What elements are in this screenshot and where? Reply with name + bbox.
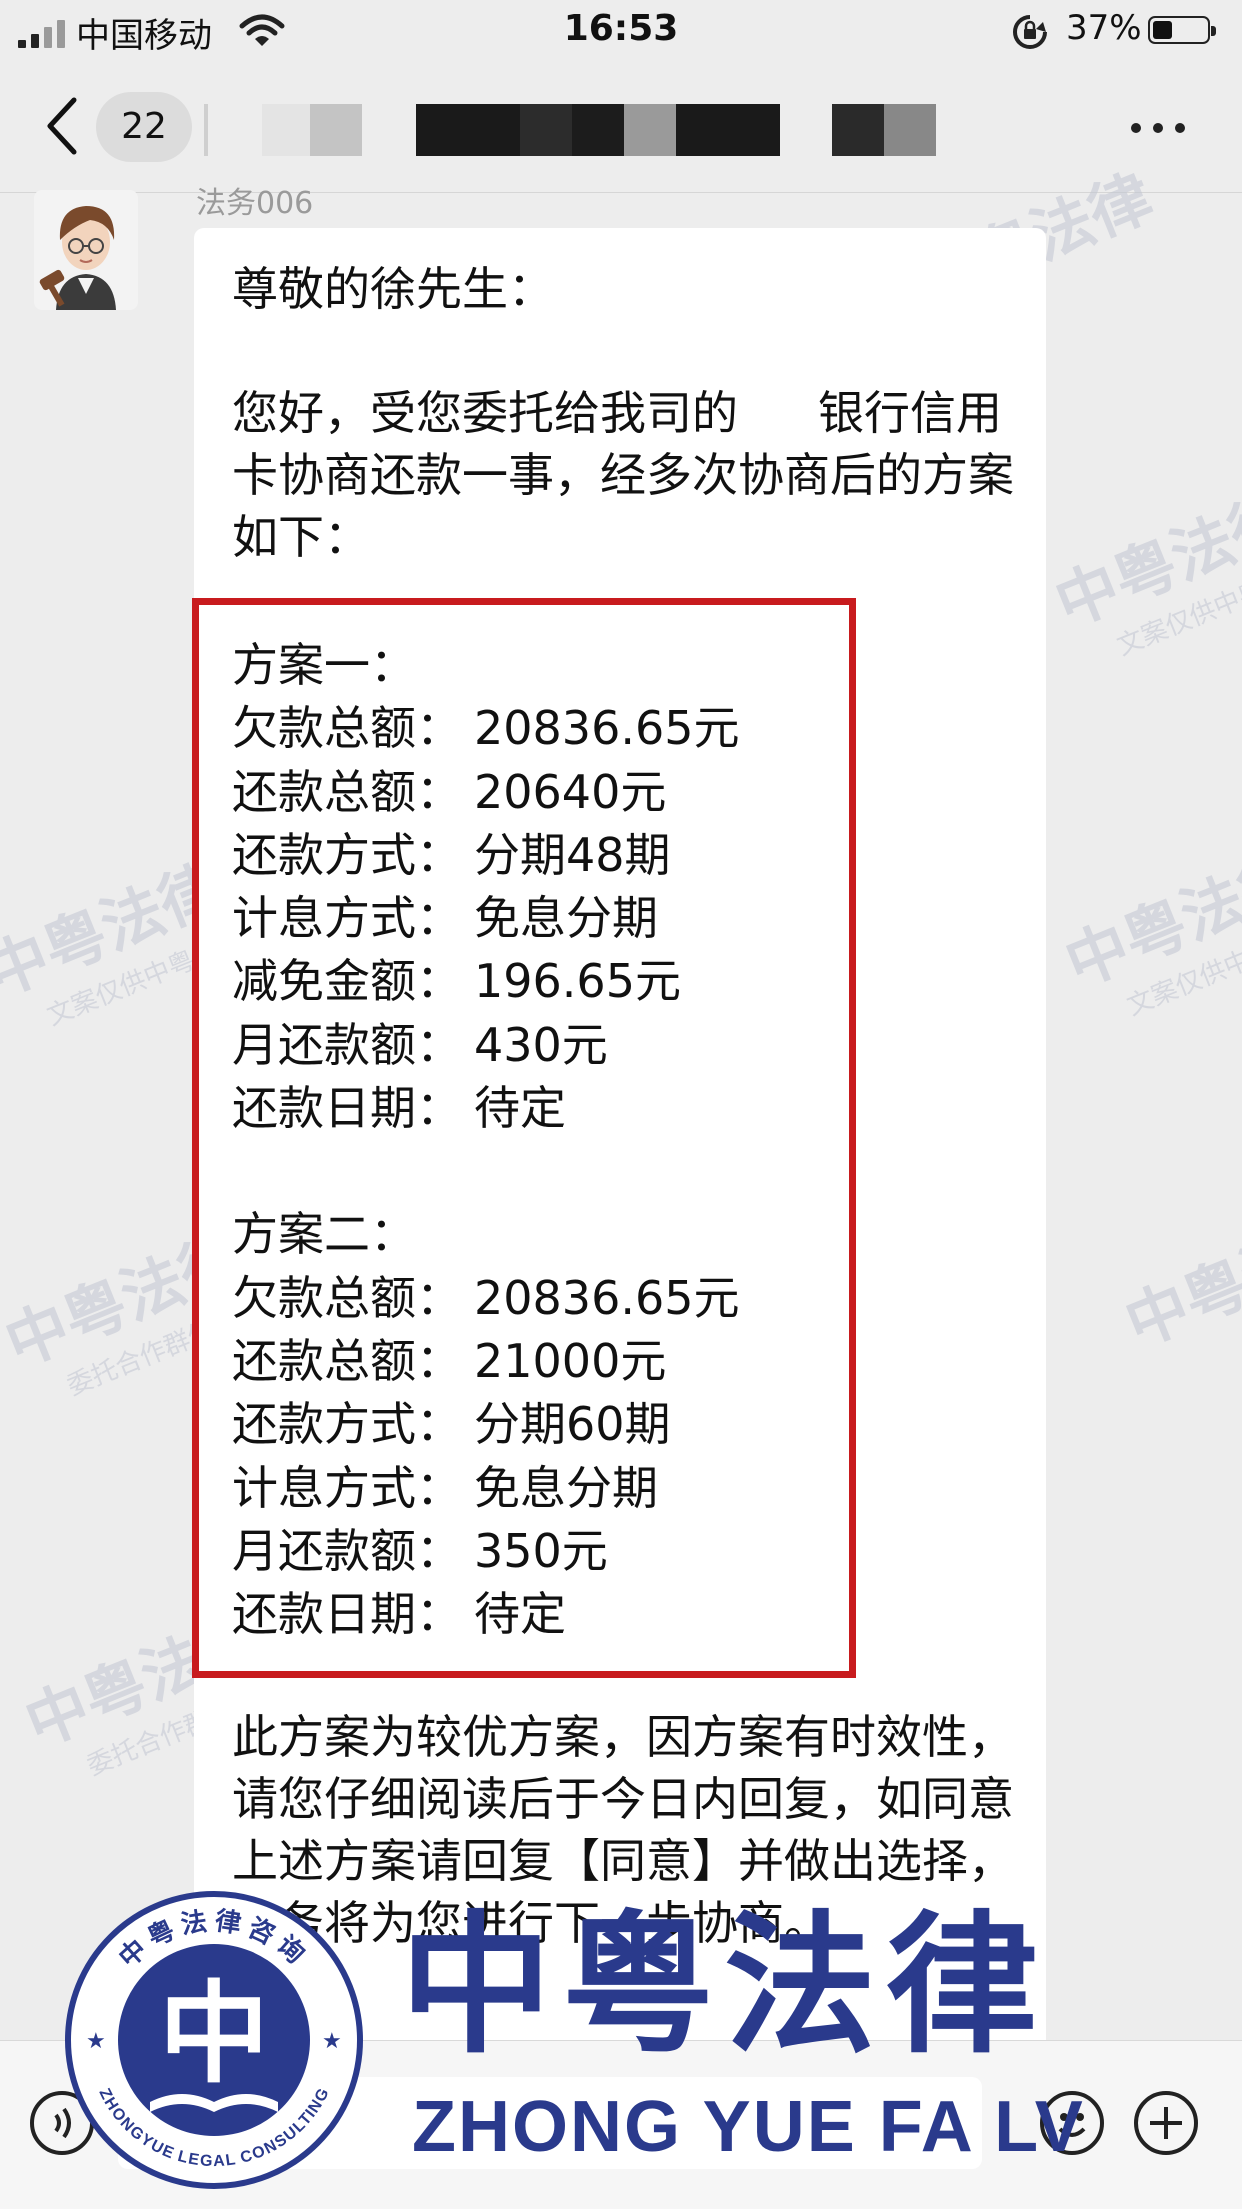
plan-row: 计息方式： 免息分期 [232, 891, 658, 946]
plan-title: 方案一： [232, 638, 416, 692]
plan-row: 还款方式： 分期60期 [232, 1397, 671, 1452]
company-logo-pinyin: ZHONG YUE FA LV [412, 2087, 1085, 2167]
add-attachment-button[interactable] [1134, 2091, 1198, 2155]
plan-one: 方案一： 欠款总额： 20836.65元 还款总额： 20640元 还款方式： 分期4… [232, 634, 852, 1140]
plans: 方案一： 欠款总额： 20836.65元 还款总额： 20640元 还款方式： 分期4… [232, 634, 852, 1646]
message-body: 尊敬的徐先生： 您好，受您委托给我司的 银行信用卡协商还款一事，经多次协商后的方案… [232, 258, 1032, 568]
plan-row: 减免金额： 196.65元 [232, 954, 681, 1009]
plan-row: 月还款额： 350元 [232, 1523, 608, 1578]
back-chevron-icon[interactable] [42, 94, 82, 158]
rotation-lock-icon [1013, 15, 1047, 49]
plan-row: 计息方式： 免息分期 [232, 1460, 658, 1515]
seal-star-icon: ★ [322, 2029, 342, 2054]
plan-row: 还款总额： 21000元 [232, 1333, 667, 1388]
more-options-icon[interactable] [1128, 118, 1188, 138]
plan-row: 欠款总额： 20836.65元 [232, 701, 740, 756]
plan-row: 还款方式： 分期48期 [232, 827, 671, 882]
clock: 16:53 [563, 8, 679, 49]
unread-count-badge[interactable]: 22 [96, 92, 192, 162]
seal-star-icon: ★ [86, 2029, 106, 2054]
redacted-bank-name [738, 391, 818, 442]
watermark: 中粤法律 文案仅供中粤内部使用 [1055, 840, 1242, 1022]
company-logo-name: 中粤法律 [400, 1895, 1048, 2074]
plan-row: 还款日期： 待定 [232, 1587, 566, 1642]
battery-percentage: 37% [1066, 8, 1142, 48]
plan-two: 方案二： 欠款总额： 20836.65元 还款总额： 21000元 还款方式： 分期6… [232, 1203, 852, 1646]
plan-row: 还款总额： 20640元 [232, 764, 667, 819]
battery-icon [1148, 16, 1216, 44]
watermark: 中粤法律 文案仅供中粤内部使用 [1045, 480, 1242, 662]
chat-header: 22 [0, 64, 1242, 193]
plan-title: 方案二： [232, 1207, 416, 1262]
intro-text: 您好，受您委托给我司的 银行信用卡协商还款一事，经多次协商后的方案如下： [232, 386, 1014, 564]
seal-center-char: 中 [159, 1969, 269, 2098]
plan-row: 欠款总额： 20836.65元 [232, 1270, 740, 1325]
plan-row: 还款日期： 待定 [232, 1081, 566, 1136]
greeting: 尊敬的徐先生： [232, 262, 554, 316]
status-bar: 中国移动 16:53 37% [0, 0, 1242, 64]
company-seal-logo: 中粤法律咨询 ZHONGYUE LEGAL CONSULTING ★ ★ 中 [65, 1891, 363, 2189]
sender-avatar[interactable] [34, 190, 138, 310]
battery-fill [1153, 21, 1172, 39]
sender-name: 法务006 [196, 186, 314, 221]
plan-row: 月还款额： 430元 [232, 1017, 608, 1072]
watermark: 中粤法律 [1115, 1200, 1242, 1361]
plus-icon [1150, 2107, 1182, 2139]
